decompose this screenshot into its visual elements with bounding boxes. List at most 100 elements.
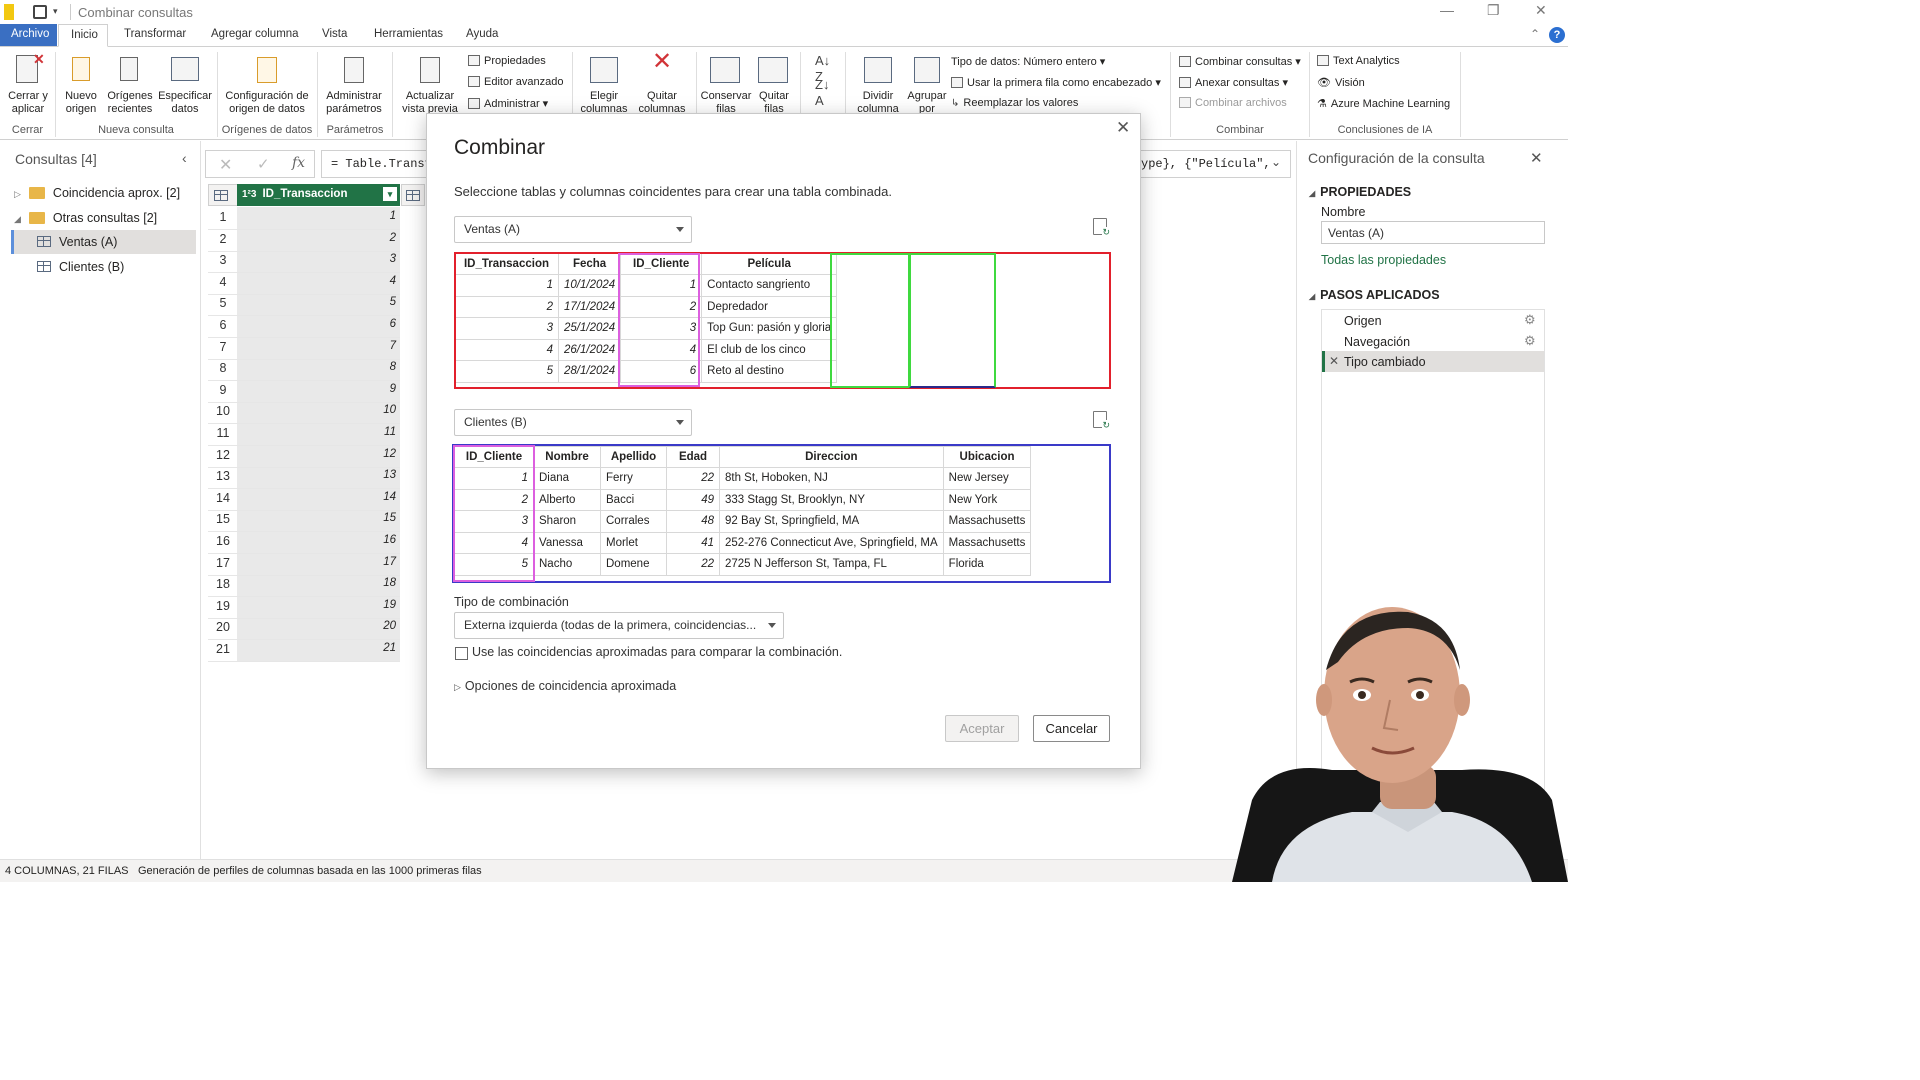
- new-source-button[interactable]: Nuevo origen: [60, 53, 102, 121]
- tab-herramientas[interactable]: Herramientas: [374, 28, 443, 40]
- fuzzy-options-toggle[interactable]: ▷ Opciones de coincidencia aproximada: [454, 679, 676, 693]
- id-transaccion-cell[interactable]: 6: [239, 318, 400, 330]
- tab-inicio[interactable]: Inicio: [58, 24, 108, 47]
- azure-ml-button[interactable]: ⚗ Azure Machine Learning: [1317, 97, 1450, 110]
- column-header-id-transaccion[interactable]: 1²3 ID_Transaccion ▾: [237, 184, 400, 206]
- ventas-col-header[interactable]: ID_Transaccion: [454, 253, 559, 275]
- ventas-col-header[interactable]: Película: [701, 253, 838, 275]
- query-group-fuzzy[interactable]: ▷ Coincidencia aprox. [2]: [14, 186, 180, 200]
- remove-columns-button[interactable]: ✕ Quitar columnas: [634, 50, 690, 121]
- table-a-select[interactable]: Ventas (A): [454, 216, 692, 243]
- table-b-select[interactable]: Clientes (B): [454, 409, 692, 436]
- replace-values-button[interactable]: ↳ Reemplazar los valores: [951, 97, 1078, 109]
- minimize-icon[interactable]: —: [1440, 2, 1454, 18]
- accept-button[interactable]: Aceptar: [945, 715, 1019, 742]
- collapse-ribbon-icon[interactable]: ⌃: [1530, 27, 1540, 41]
- split-column-button[interactable]: Dividir columna: [850, 53, 906, 121]
- choose-columns-button[interactable]: Elegir columnas: [576, 53, 632, 121]
- next-column-header[interactable]: [401, 184, 425, 206]
- id-transaccion-cell[interactable]: 14: [239, 491, 400, 503]
- sort-descending-icon[interactable]: Z↓ A: [815, 77, 829, 109]
- refresh-preview-b-icon[interactable]: ↻: [1093, 411, 1110, 431]
- id-transaccion-cell[interactable]: 5: [239, 296, 400, 308]
- properties-header[interactable]: ◢ PROPIEDADES: [1309, 185, 1411, 199]
- remove-rows-button[interactable]: Quitar filas: [752, 53, 796, 121]
- status-profiling[interactable]: Generación de perfiles de columnas basad…: [138, 865, 482, 877]
- tab-vista[interactable]: Vista: [322, 28, 347, 40]
- first-row-header-button[interactable]: Usar la primera fila como encabezado ▾: [951, 76, 1161, 89]
- confirm-formula-icon[interactable]: ✓: [257, 155, 270, 173]
- cancel-button[interactable]: Cancelar: [1033, 715, 1110, 742]
- id-transaccion-cell[interactable]: 1: [239, 210, 400, 222]
- clientes-col-header[interactable]: Apellido: [600, 446, 667, 468]
- clientes-col-header[interactable]: Direccion: [719, 446, 944, 468]
- manage-parameters-button[interactable]: Administrar parámetros: [320, 53, 388, 121]
- id-transaccion-cell[interactable]: 9: [239, 383, 400, 395]
- merge-queries-button[interactable]: Combinar consultas ▾: [1179, 55, 1301, 68]
- fuzzy-checkbox[interactable]: [455, 647, 468, 660]
- tab-ayuda[interactable]: Ayuda: [466, 28, 498, 40]
- clientes-col-header[interactable]: Edad: [666, 446, 720, 468]
- id-transaccion-cell[interactable]: 17: [239, 556, 400, 568]
- step-navegacion[interactable]: Navegación: [1344, 335, 1410, 349]
- tab-transformar[interactable]: Transformar: [124, 28, 186, 40]
- id-transaccion-cell[interactable]: 2: [239, 232, 400, 244]
- manage-button[interactable]: Administrar ▾: [468, 97, 548, 110]
- id-transaccion-cell[interactable]: 10: [239, 404, 400, 416]
- fuzzy-checkbox-label[interactable]: Use las coincidencias aproximadas para c…: [472, 645, 842, 659]
- ventas-col-header[interactable]: Fecha: [557, 253, 622, 275]
- restore-icon[interactable]: ❐: [1487, 2, 1500, 19]
- close-dialog-icon[interactable]: ✕: [1116, 118, 1130, 138]
- clientes-col-header[interactable]: Ubicacion: [942, 446, 1032, 468]
- refresh-preview-a-icon[interactable]: ↻: [1093, 218, 1110, 238]
- append-queries-button[interactable]: Anexar consultas ▾: [1179, 76, 1288, 89]
- query-item-clientes[interactable]: Clientes (B): [37, 260, 124, 274]
- tab-archivo[interactable]: Archivo: [0, 24, 57, 46]
- quick-access-caret-icon[interactable]: ▾: [53, 6, 58, 17]
- properties-button[interactable]: Propiedades: [468, 55, 546, 67]
- filter-dropdown-icon[interactable]: ▾: [383, 187, 397, 201]
- fx-icon[interactable]: fx: [292, 155, 305, 171]
- cancel-formula-icon[interactable]: ✕: [219, 155, 232, 175]
- id-transaccion-cell[interactable]: 20: [239, 620, 400, 632]
- advanced-editor-button[interactable]: Editor avanzado: [468, 76, 564, 88]
- help-icon[interactable]: ?: [1549, 27, 1565, 43]
- enter-data-button[interactable]: Especificar datos: [157, 53, 213, 121]
- table-menu-icon[interactable]: [208, 184, 238, 206]
- query-name-input[interactable]: [1321, 221, 1545, 244]
- id-transaccion-cell[interactable]: 12: [239, 448, 400, 460]
- close-window-icon[interactable]: ✕: [1535, 2, 1547, 19]
- id-transaccion-cell[interactable]: 8: [239, 361, 400, 373]
- refresh-preview-button[interactable]: Actualizar vista previa: [396, 53, 464, 121]
- id-transaccion-cell[interactable]: 19: [239, 599, 400, 611]
- tab-agregar-columna[interactable]: Agregar columna: [211, 28, 299, 40]
- id-transaccion-cell[interactable]: 18: [239, 577, 400, 589]
- vision-button[interactable]: 👁 Visión: [1317, 76, 1365, 89]
- recent-sources-button[interactable]: Orígenes recientes: [104, 53, 156, 121]
- combine-files-button[interactable]: Combinar archivos: [1179, 97, 1287, 109]
- query-item-ventas[interactable]: Ventas (A): [11, 230, 196, 254]
- clientes-col-header[interactable]: Nombre: [533, 446, 601, 468]
- close-pane-icon[interactable]: ✕: [1530, 149, 1543, 167]
- id-transaccion-cell[interactable]: 7: [239, 340, 400, 352]
- id-transaccion-cell[interactable]: 3: [239, 253, 400, 265]
- join-type-select[interactable]: Externa izquierda (todas de la primera, …: [454, 612, 784, 639]
- id-transaccion-cell[interactable]: 21: [239, 642, 400, 654]
- clientes-col-header[interactable]: ID_Cliente: [454, 446, 534, 468]
- id-transaccion-cell[interactable]: 16: [239, 534, 400, 546]
- expand-formula-icon[interactable]: ⌄: [1271, 155, 1281, 169]
- all-properties-link[interactable]: Todas las propiedades: [1321, 253, 1446, 267]
- ventas-col-header[interactable]: ID_Cliente: [620, 253, 703, 275]
- save-icon[interactable]: [33, 5, 47, 19]
- source-settings-button[interactable]: Configuración de origen de datos: [221, 53, 313, 121]
- id-transaccion-cell[interactable]: 4: [239, 275, 400, 287]
- keep-rows-button[interactable]: Conservar filas: [700, 53, 752, 121]
- close-apply-button[interactable]: ✕ Cerrar y aplicar: [3, 52, 53, 121]
- delete-step-icon[interactable]: ✕: [1329, 354, 1339, 368]
- text-analytics-button[interactable]: Text Analytics: [1317, 55, 1400, 67]
- id-transaccion-cell[interactable]: 15: [239, 512, 400, 524]
- step-origen-gear-icon[interactable]: ⚙: [1524, 312, 1536, 328]
- step-origen[interactable]: Origen: [1344, 314, 1382, 328]
- data-type-dropdown[interactable]: Tipo de datos: Número entero ▾: [951, 55, 1105, 68]
- id-transaccion-cell[interactable]: 11: [239, 426, 400, 438]
